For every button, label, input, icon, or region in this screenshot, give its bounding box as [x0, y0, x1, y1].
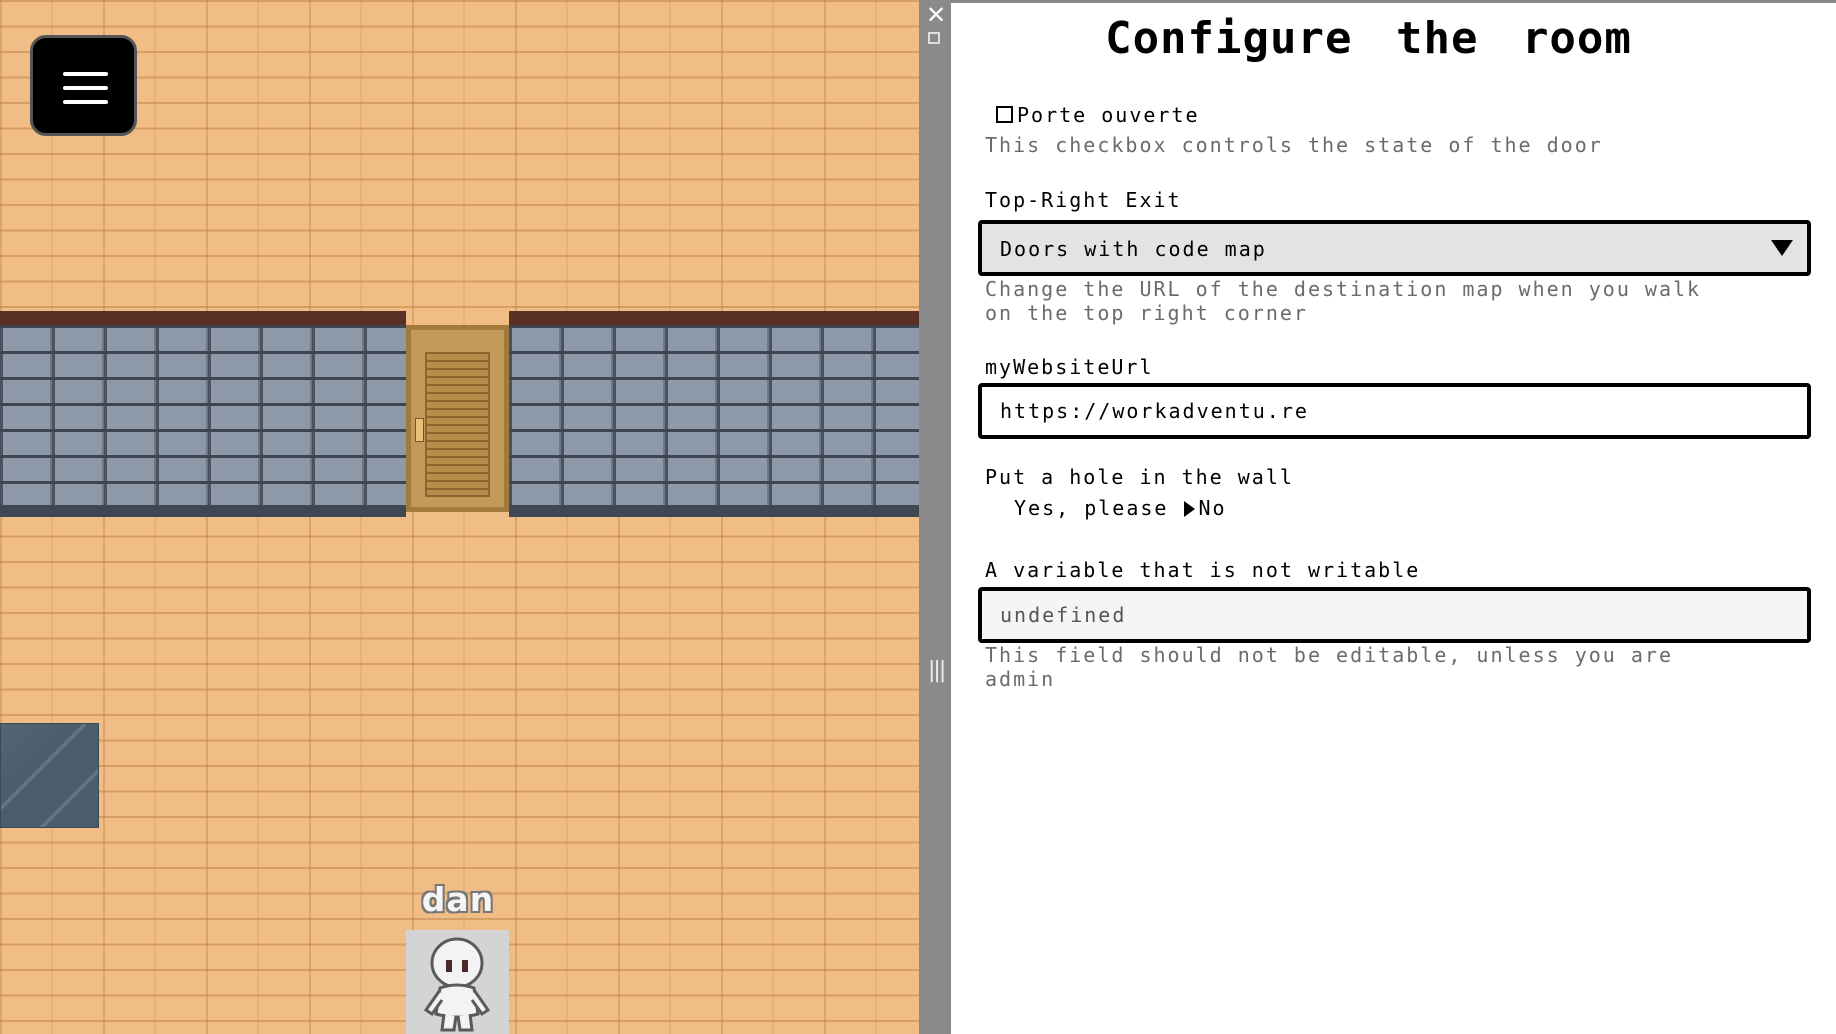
game-canvas[interactable]: dan [0, 0, 919, 1034]
exit-select-value: Doors with code map [1000, 237, 1267, 261]
exit-label: Top-Right Exit [985, 188, 1182, 212]
readonly-var-description-line1: This field should not be editable, unles… [985, 643, 1674, 667]
page-title: Configure the room [1105, 13, 1632, 64]
door-handle [415, 418, 424, 442]
hamburger-menu-icon [63, 72, 108, 114]
door-checkbox-row[interactable]: Porte ouverte [996, 103, 1200, 127]
stone-wall-left [0, 311, 406, 517]
hole-option-yes[interactable]: Yes, please [1014, 496, 1168, 520]
door-checkbox[interactable] [996, 106, 1013, 123]
readonly-var-label: A variable that is not writable [985, 558, 1421, 582]
door-checkbox-label: Porte ouverte [1017, 103, 1200, 127]
panel-divider[interactable]: ✕ ||| [919, 0, 951, 1034]
dropdown-arrow-icon [1771, 240, 1793, 256]
player-avatar [406, 930, 509, 1034]
door-description: This checkbox controls the state of the … [985, 133, 1603, 157]
player-sprite-icon [406, 930, 509, 1034]
stone-wall-right [509, 311, 919, 517]
readonly-var-description-line2: admin [985, 667, 1056, 691]
resize-grip-icon[interactable]: ||| [928, 660, 946, 682]
config-panel: Configure the room Porte ouverte This ch… [951, 0, 1836, 1034]
fullscreen-icon[interactable] [928, 32, 940, 44]
door-slats [425, 352, 490, 497]
website-label: myWebsiteUrl [985, 355, 1154, 379]
hole-radio-group: Yes, please No [1014, 496, 1227, 520]
menu-button[interactable] [30, 35, 137, 136]
exit-description-line1: Change the URL of the destination map wh… [985, 277, 1702, 301]
close-icon[interactable]: ✕ [926, 2, 946, 28]
player-name-label: dan [421, 880, 495, 919]
exit-description-line2: on the top right corner [985, 301, 1308, 325]
readonly-var-input [978, 587, 1811, 643]
website-url-input[interactable] [978, 383, 1811, 439]
hole-option-no[interactable]: No [1198, 496, 1226, 520]
glass-window [0, 723, 99, 828]
hole-label: Put a hole in the wall [985, 465, 1294, 489]
wooden-floor [0, 0, 919, 1034]
selected-arrow-icon [1184, 501, 1196, 517]
exit-select[interactable]: Doors with code map [978, 220, 1811, 276]
wooden-door [406, 325, 509, 512]
app-root: dan ✕ ||| Configure the room Porte ouver… [0, 0, 1836, 1034]
